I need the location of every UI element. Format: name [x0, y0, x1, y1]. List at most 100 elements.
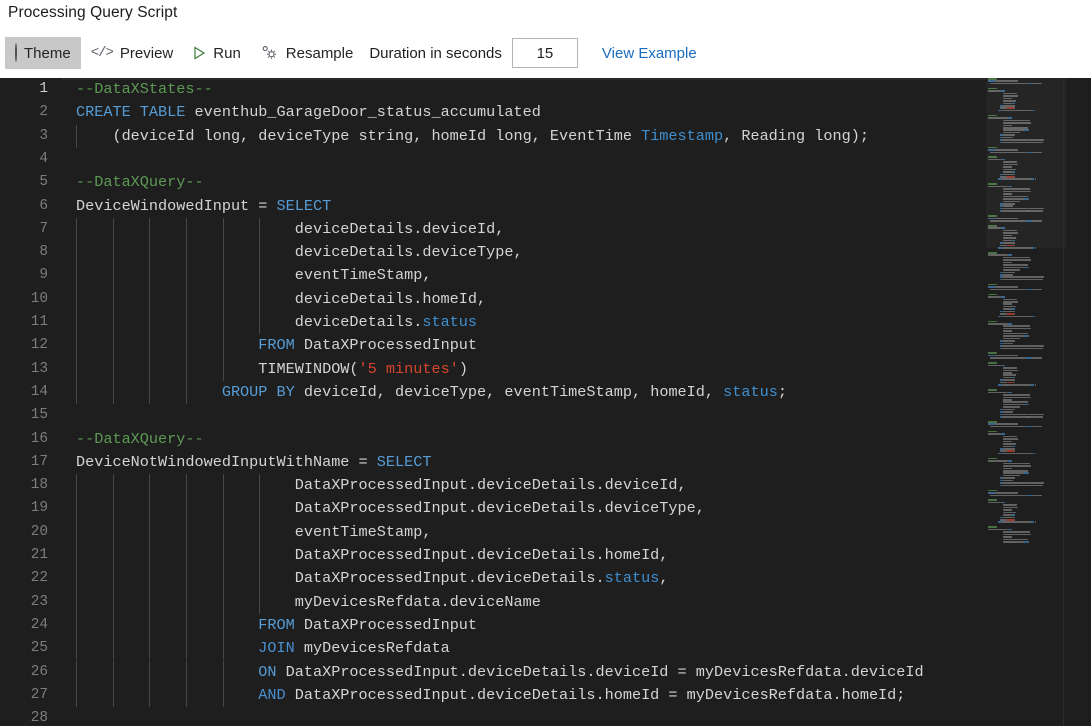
minimap-viewport-slider[interactable]	[986, 78, 1066, 248]
minimap-line	[1001, 365, 1005, 367]
line-number: 27	[0, 684, 48, 707]
minimap-line	[1028, 472, 1029, 474]
minimap-line	[1007, 519, 1014, 521]
page-title: Processing Query Script	[8, 4, 177, 22]
run-button[interactable]: Run	[183, 37, 251, 69]
minimap-line	[1003, 507, 1019, 509]
minimap-line	[1001, 502, 1005, 504]
minimap-line	[988, 252, 997, 254]
minimap-line	[1003, 531, 1030, 533]
minimap-line	[1012, 514, 1016, 516]
minimap-line	[1003, 401, 1028, 403]
code-line-text: --DataXQuery--	[76, 171, 204, 194]
minimap-line	[1014, 382, 1015, 384]
resample-button-label: Resample	[286, 45, 354, 62]
line-number: 22	[0, 567, 48, 590]
line-number: 25	[0, 637, 48, 660]
minimap-line	[1003, 509, 1012, 511]
minimap-line	[1003, 512, 1016, 514]
minimap-line	[1003, 394, 1030, 396]
minimap-line	[988, 321, 997, 323]
minimap-line	[1002, 521, 1031, 523]
line-number: 12	[0, 334, 48, 357]
minimap-line	[1003, 274, 1013, 276]
minimap-line	[988, 458, 997, 460]
code-line-text: eventTimeStamp,	[76, 264, 431, 287]
minimap-line	[1008, 392, 1012, 394]
minimap-line	[1028, 416, 1043, 418]
minimap-line	[1008, 323, 1012, 325]
minimap-line	[1031, 453, 1035, 455]
duration-input[interactable]	[512, 38, 578, 68]
code-line-text: --DataXStates--	[76, 78, 213, 101]
minimap-line	[1014, 313, 1015, 315]
code-line-text: myDevicesRefdata.deviceName	[76, 591, 541, 614]
minimap-line	[1002, 485, 1027, 487]
minimap-line	[1031, 521, 1035, 523]
minimap-line	[988, 460, 1007, 462]
minimap-line	[1003, 259, 1031, 261]
minimap-line	[1003, 367, 1017, 369]
minimap-line	[1003, 333, 1028, 335]
minimap-line	[1003, 475, 1020, 477]
minimap-line	[1003, 436, 1017, 438]
minimap-line	[1003, 404, 1024, 406]
line-number: 26	[0, 661, 48, 684]
minimap-line	[1003, 335, 1024, 337]
minimap-line	[1000, 519, 1007, 521]
minimap-line	[1007, 450, 1014, 452]
minimap-line	[1003, 343, 1013, 345]
code-line-text: --DataXQuery--	[76, 428, 204, 451]
minimap-line	[1003, 504, 1017, 506]
code-line-text: JOIN myDevicesRefdata	[76, 637, 450, 660]
minimap-line	[1028, 485, 1043, 487]
minimap-line	[1003, 301, 1019, 303]
minimap-line	[995, 492, 1019, 494]
minimap-line	[1003, 311, 1015, 313]
vertical-scrollbar-track[interactable]	[1066, 78, 1091, 726]
minimap-line	[1035, 316, 1036, 318]
theme-button[interactable]: Theme	[5, 37, 81, 69]
minimap-line	[1003, 399, 1012, 401]
minimap-line	[1003, 379, 1015, 381]
header: Processing Query Script Theme </> Previe…	[0, 0, 1091, 78]
line-number: 4	[0, 148, 48, 171]
run-button-label: Run	[213, 45, 241, 62]
code-line-text: CREATE TABLE eventhub_GarageDoor_status_…	[76, 101, 541, 124]
minimap-line	[1028, 279, 1043, 281]
code-line-text: DataXProcessedInput.deviceDetails.status…	[76, 567, 668, 590]
minimap-line	[1008, 460, 1012, 462]
minimap-line	[1003, 397, 1031, 399]
minimap-line	[1003, 262, 1012, 264]
minimap-line	[1003, 541, 1024, 543]
minimap-line	[1003, 325, 1030, 327]
minimap-line	[1000, 450, 1007, 452]
minimap-line	[1008, 529, 1012, 531]
preview-button[interactable]: </> Preview	[81, 37, 184, 69]
code-content[interactable]: 1--DataXStates--2CREATE TABLE eventhub_G…	[0, 78, 986, 726]
code-line-text: TIMEWINDOW('5 minutes')	[76, 358, 468, 381]
minimap-line	[1002, 416, 1027, 418]
resample-button[interactable]: Resample	[251, 37, 364, 69]
code-brackets-icon: </>	[91, 46, 113, 60]
code-line-text: DataXProcessedInput.deviceDetails.device…	[76, 474, 687, 497]
minimap-line	[1000, 382, 1007, 384]
minimap-line	[1002, 414, 1029, 416]
view-example-link[interactable]: View Example	[602, 45, 697, 62]
minimap-line	[1002, 482, 1029, 484]
minimap-line	[1035, 521, 1036, 523]
minimap-line	[1028, 404, 1029, 406]
minimap-line	[988, 499, 997, 501]
line-number: 6	[0, 195, 48, 218]
minimap-line	[1007, 313, 1014, 315]
code-line-text: eventTimeStamp,	[76, 521, 431, 544]
minimap-line	[988, 254, 1007, 256]
minimap-line	[1035, 384, 1036, 386]
line-number: 17	[0, 451, 48, 474]
code-editor[interactable]: 1--DataXStates--2CREATE TABLE eventhub_G…	[0, 78, 1091, 726]
line-number: 24	[0, 614, 48, 637]
minimap-line	[988, 294, 997, 296]
minimap-line	[1031, 316, 1035, 318]
minimap-line	[1003, 308, 1012, 310]
minimap-line	[1003, 468, 1012, 470]
